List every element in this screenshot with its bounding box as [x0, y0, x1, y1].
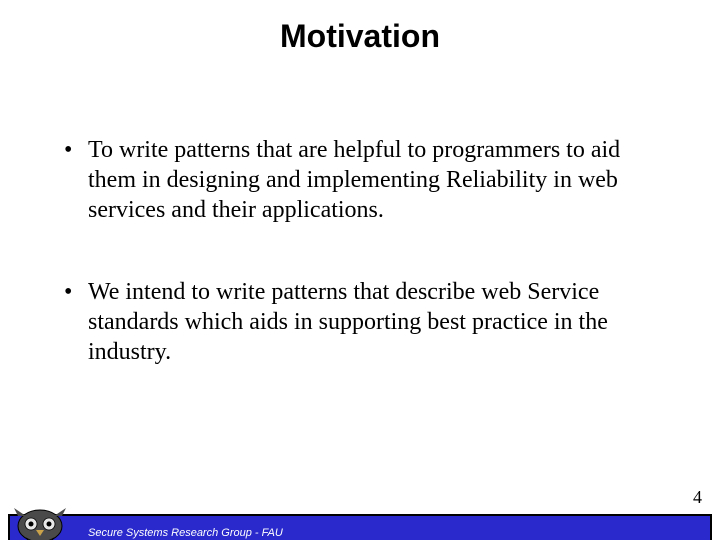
page-number: 4 [693, 487, 702, 508]
bullet-list: To write patterns that are helpful to pr… [60, 135, 660, 367]
slide-content: To write patterns that are helpful to pr… [60, 135, 660, 367]
bullet-item: To write patterns that are helpful to pr… [60, 135, 660, 225]
footer-text: Secure Systems Research Group - FAU [88, 527, 283, 539]
slide-title: Motivation [0, 18, 720, 55]
slide: Motivation To write patterns that are he… [0, 18, 720, 540]
bullet-item: We intend to write patterns that describ… [60, 277, 660, 367]
footer-bar: Secure Systems Research Group - FAU [8, 514, 712, 540]
owl-icon [12, 506, 68, 540]
